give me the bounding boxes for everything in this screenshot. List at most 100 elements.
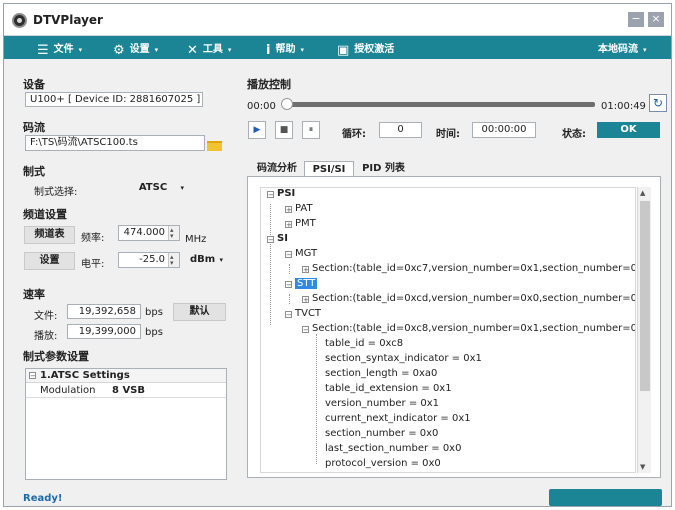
play-icon[interactable]: ▶ <box>248 121 266 139</box>
pause-icon[interactable]: ⏸ <box>302 121 320 139</box>
application-window: DTVPlayer − × ☰ 文件 ▾ ⚙ 设置 ▾ ✕ 工具 ▾ i 帮助 ▾ ▣ 授权激活 … <box>3 3 672 507</box>
level-value: -25.0 <box>139 254 165 265</box>
minimize-button[interactable]: − <box>628 12 644 27</box>
seek-bar[interactable] <box>287 102 595 107</box>
expand-icon[interactable]: + <box>302 266 309 274</box>
frequency-stepper[interactable] <box>168 226 179 240</box>
tree-field-version-number[interactable]: version_number = 0x1 <box>325 398 439 409</box>
stop-icon[interactable]: ■ <box>275 121 293 139</box>
menu-help[interactable]: i 帮助 ▾ <box>266 40 304 58</box>
tools-icon: ✕ <box>187 43 198 58</box>
tree-connector <box>316 334 317 464</box>
seek-thumb[interactable] <box>281 98 293 110</box>
tree-node-tvct[interactable]: TVCT <box>295 308 321 319</box>
collapse-icon[interactable]: − <box>29 372 36 380</box>
tree-field-protocol-version[interactable]: protocol_version = 0x0 <box>325 458 441 469</box>
collapse-icon[interactable]: − <box>267 191 274 199</box>
standard-title: 制式 <box>23 165 45 178</box>
scroll-down-icon[interactable]: ▼ <box>640 463 645 471</box>
play-rate-field[interactable]: 19,399,000 <box>67 324 141 339</box>
tree-node-mgt[interactable]: MGT <box>295 248 317 259</box>
tree-connector <box>270 239 271 325</box>
chevron-down-icon: ▾ <box>300 46 304 54</box>
level-unit-select[interactable]: dBm ▾ <box>185 252 227 268</box>
tree-node-mgt-section[interactable]: Section:(table_id=0xc7,version_number=0x… <box>312 263 635 274</box>
time-input[interactable]: 00:00:00 <box>472 122 536 138</box>
menu-file[interactable]: ☰ 文件 ▾ <box>37 40 83 58</box>
menu-settings-label: 设置 <box>129 44 150 55</box>
close-button[interactable]: × <box>648 12 664 27</box>
local-stream-dropdown[interactable]: 本地码流 ▾ <box>598 40 647 56</box>
channel-title: 频道设置 <box>23 208 67 221</box>
refresh-icon[interactable]: ↻ <box>649 94 667 112</box>
level-input[interactable]: -25.0 <box>118 252 180 268</box>
status-label: 状态: <box>562 129 586 140</box>
scroll-up-icon[interactable]: ▲ <box>640 189 645 197</box>
key-icon: ▣ <box>337 43 350 58</box>
tab-psi-si[interactable]: PSI/SI <box>304 161 354 176</box>
tree-node-psi[interactable]: PSI <box>277 188 295 199</box>
tab-pid-list[interactable]: PID 列表 <box>356 161 411 176</box>
file-rate-field[interactable]: 19,392,658 <box>67 304 141 319</box>
collapse-icon[interactable]: − <box>285 251 292 259</box>
set-button[interactable]: 设置 <box>24 252 75 270</box>
device-title: 设备 <box>23 78 45 91</box>
stream-title: 码流 <box>23 121 45 134</box>
tree-node-stt-section[interactable]: Section:(table_id=0xcd,version_number=0x… <box>312 293 635 304</box>
tree-node-pat[interactable]: PAT <box>295 203 313 214</box>
collapse-icon[interactable]: − <box>302 326 309 334</box>
expand-icon[interactable]: + <box>302 296 309 304</box>
params-row[interactable]: Modulation 8 VSB <box>26 383 226 398</box>
standard-label: 制式选择: <box>34 187 78 198</box>
collapse-icon[interactable]: − <box>285 311 292 319</box>
tree-field-table-id-extension[interactable]: table_id_extension = 0x1 <box>325 383 452 394</box>
menu-bar: ☰ 文件 ▾ ⚙ 设置 ▾ ✕ 工具 ▾ i 帮助 ▾ ▣ 授权激活 本地码流 ▾ <box>4 36 671 59</box>
params-group-label: 1.ATSC Settings <box>40 370 130 381</box>
app-title: DTVPlayer <box>33 13 103 27</box>
tree-node-tvct-section[interactable]: Section:(table_id=0xc8,version_number=0x… <box>312 323 635 334</box>
menu-settings[interactable]: ⚙ 设置 ▾ <box>113 40 159 58</box>
menu-tools[interactable]: ✕ 工具 ▾ <box>187 40 232 58</box>
tab-stream-analysis[interactable]: 码流分析 <box>252 161 302 176</box>
tree-field-section-number[interactable]: section_number = 0x0 <box>325 428 438 439</box>
level-unit-value: dBm <box>190 254 216 265</box>
file-rate-unit: bps <box>145 307 163 318</box>
expand-icon[interactable]: + <box>285 221 292 229</box>
params-title: 制式参数设置 <box>23 350 89 363</box>
level-label: 电平: <box>81 259 105 270</box>
default-button[interactable]: 默认 <box>173 303 226 321</box>
info-icon: i <box>266 43 271 58</box>
folder-icon[interactable] <box>207 141 222 151</box>
channel-table-button[interactable]: 频道表 <box>24 226 75 244</box>
tree-node-stt-selected[interactable]: STT <box>295 278 318 289</box>
chevron-down-icon: ▾ <box>78 46 83 54</box>
app-logo-icon <box>12 13 27 28</box>
collapse-icon[interactable]: − <box>267 236 274 244</box>
menu-activate[interactable]: ▣ 授权激活 <box>337 40 394 58</box>
collapse-icon[interactable]: − <box>285 281 292 289</box>
tree-field-section-syntax-indicator[interactable]: section_syntax_indicator = 0x1 <box>325 353 482 364</box>
gear-icon: ⚙ <box>113 43 125 58</box>
stream-path-field[interactable]: F:\TS\码流\ATSC100.ts <box>25 135 205 151</box>
expand-icon[interactable]: + <box>285 206 292 214</box>
params-group-row[interactable]: − 1.ATSC Settings <box>26 369 226 383</box>
playback-start-time: 00:00 <box>247 101 276 112</box>
chevron-down-icon: ▾ <box>154 46 159 54</box>
level-stepper[interactable] <box>168 253 179 267</box>
tree-node-pmt[interactable]: PMT <box>295 218 316 229</box>
chevron-down-icon: ▾ <box>227 46 232 54</box>
play-rate-unit: bps <box>145 327 163 338</box>
tree-field-table-id[interactable]: table_id = 0xc8 <box>325 338 403 349</box>
frequency-input[interactable]: 474.000 <box>118 225 180 241</box>
tree-field-current-next-indicator[interactable]: current_next_indicator = 0x1 <box>325 413 471 424</box>
loop-input[interactable]: 0 <box>379 122 422 138</box>
tree-node-si[interactable]: SI <box>277 233 288 244</box>
standard-select[interactable]: ATSC ▾ <box>118 180 188 196</box>
tree-field-section-length[interactable]: section_length = 0xa0 <box>325 368 437 379</box>
chevron-down-icon: ▾ <box>180 184 184 192</box>
playback-end-time: 01:00:49 <box>601 101 646 112</box>
tree-field-last-section-number[interactable]: last_section_number = 0x0 <box>325 443 461 454</box>
device-field[interactable]: U100+ [ Device ID: 2881607025 ] <box>25 92 203 107</box>
scrollbar-thumb[interactable] <box>640 201 650 391</box>
tree-scrollbar[interactable]: ▲ ▼ <box>637 187 651 473</box>
